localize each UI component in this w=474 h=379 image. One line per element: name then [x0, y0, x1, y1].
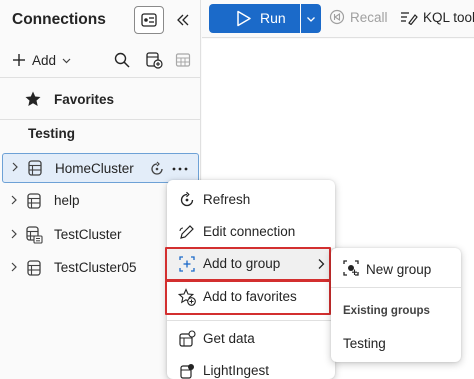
get-data-icon: [177, 329, 197, 349]
submenu-group-testing[interactable]: Testing: [343, 336, 386, 351]
menu-item-label: Get data: [203, 331, 255, 346]
toggle-details-button[interactable]: [134, 6, 164, 34]
chevron-right-icon[interactable]: [9, 261, 19, 273]
recall-button[interactable]: Recall: [329, 9, 388, 25]
kql-tools-label: KQL tool: [423, 9, 474, 25]
favorites-section[interactable]: Favorites: [0, 86, 201, 114]
edit-link-icon: [177, 222, 197, 242]
cluster-warning-icon: [26, 226, 43, 244]
chevron-down-icon: [307, 16, 315, 22]
highlight-add-to-group: [165, 247, 331, 281]
chevron-right-icon[interactable]: [10, 161, 20, 173]
add-label: Add: [32, 52, 57, 68]
submenu-divider: [331, 287, 461, 288]
menu-item-label: Refresh: [203, 192, 251, 207]
ellipsis-icon: [172, 167, 188, 171]
run-label: Run: [260, 10, 286, 26]
connections-toolbar: Add: [0, 42, 201, 78]
cluster-icon: [27, 193, 41, 209]
database-add-icon: [146, 52, 163, 69]
cluster-label: HomeCluster: [55, 161, 134, 176]
section-divider: [0, 119, 201, 120]
kql-tools-button[interactable]: KQL tool: [400, 9, 474, 25]
cluster-icon: [28, 160, 42, 176]
collapse-pane-button[interactable]: [168, 6, 198, 34]
more-options-button[interactable]: [170, 159, 190, 179]
run-button[interactable]: Run: [209, 4, 300, 33]
menu-divider: [167, 320, 335, 321]
add-connection-button[interactable]: Add: [12, 49, 71, 71]
query-toolbar: Run Recall KQL tool: [202, 0, 474, 38]
chevron-right-icon[interactable]: [9, 194, 19, 206]
chevron-right-icon[interactable]: [9, 228, 19, 240]
new-group-label: New group: [366, 262, 432, 277]
menu-item-label: Edit connection: [203, 224, 296, 239]
lightingest-icon: [177, 361, 197, 379]
menu-item-edit-connection[interactable]: Edit connection: [167, 216, 335, 248]
cluster-label: help: [54, 193, 80, 208]
new-group-icon: [341, 258, 361, 278]
cluster-label: TestCluster: [54, 227, 122, 242]
search-button[interactable]: [112, 50, 132, 70]
pane-title: Connections: [12, 11, 106, 28]
details-toggle-icon: [141, 13, 157, 27]
kql-tools-icon: [401, 12, 418, 25]
table-view-button[interactable]: [173, 50, 193, 70]
refresh-icon: [177, 190, 197, 210]
chevron-down-icon: [62, 58, 71, 63]
table-icon: [175, 53, 191, 67]
menu-item-get-data[interactable]: Get data: [167, 323, 335, 355]
star-icon: [25, 91, 41, 106]
menu-item-refresh[interactable]: Refresh: [167, 184, 335, 216]
connections-header: Connections: [0, 0, 201, 40]
double-chevron-left-icon: [177, 14, 189, 26]
cluster-status-button[interactable]: [147, 159, 167, 179]
run-options-button[interactable]: [301, 4, 321, 33]
favorites-label: Favorites: [54, 92, 115, 107]
highlight-add-to-favorites: [165, 280, 331, 315]
group-title-testing[interactable]: Testing: [28, 126, 75, 141]
add-database-button[interactable]: [144, 50, 164, 70]
existing-groups-heading: Existing groups: [343, 305, 430, 317]
submenu-new-group[interactable]: New group: [331, 250, 461, 284]
recall-icon: [329, 9, 345, 25]
plus-icon: [13, 54, 25, 66]
connection-refresh-icon: [151, 161, 163, 175]
cluster-icon: [27, 260, 41, 276]
menu-item-lightingest[interactable]: LightIngest: [167, 355, 335, 379]
play-icon: [237, 10, 251, 27]
cluster-label: TestCluster05: [54, 260, 137, 275]
cluster-row-homecluster[interactable]: HomeCluster: [2, 153, 199, 183]
search-icon: [114, 52, 130, 68]
add-to-group-submenu: New group Existing groups Testing: [331, 248, 461, 362]
recall-label: Recall: [350, 9, 388, 25]
menu-item-label: LightIngest: [203, 363, 270, 378]
